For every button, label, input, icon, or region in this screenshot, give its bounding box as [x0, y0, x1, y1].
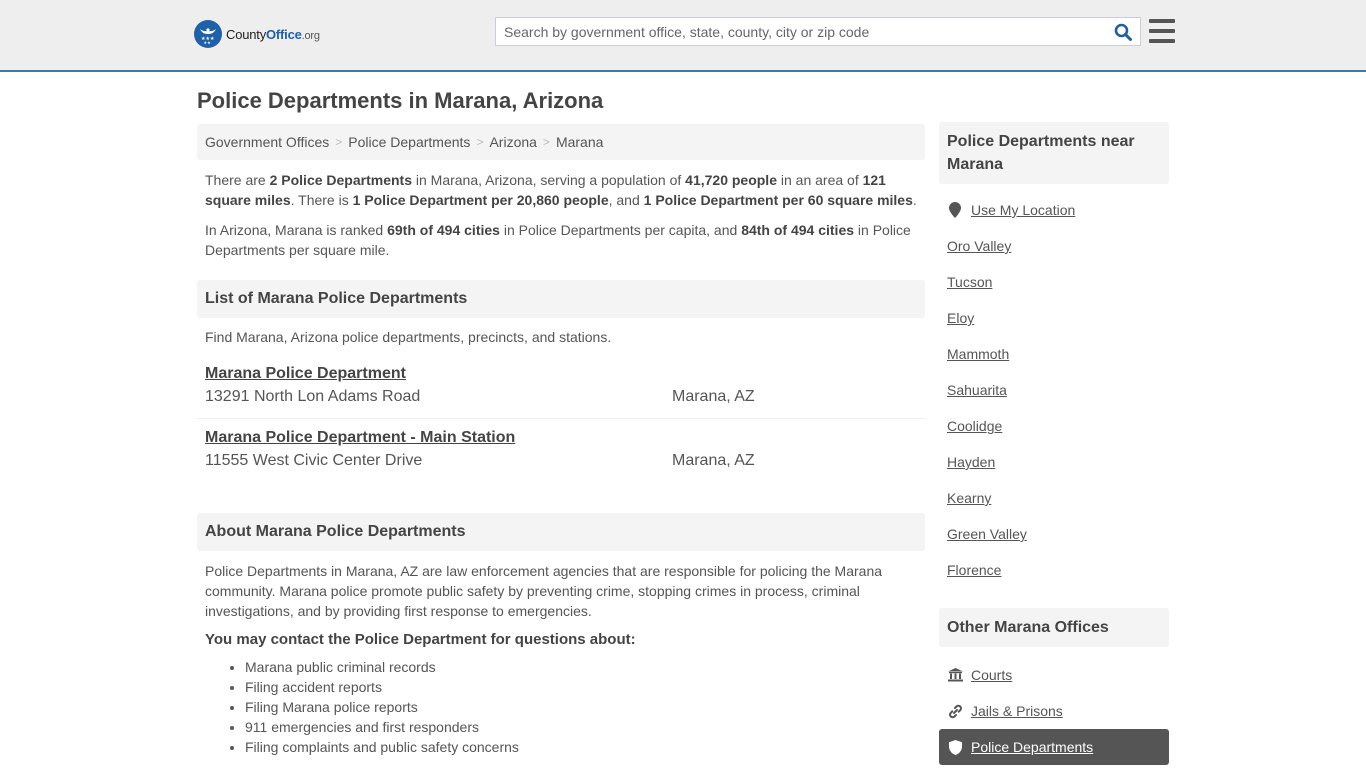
- site-logo[interactable]: ★★★ ★★ CountyOffice.org: [194, 20, 320, 48]
- nearby-city-link[interactable]: Florence: [947, 562, 1001, 578]
- contact-topic-item: Filing Marana police reports: [245, 697, 925, 717]
- listing-item: Marana Police Department - Main Station …: [197, 429, 925, 470]
- breadcrumb: Government Offices > Police Departments …: [197, 124, 925, 160]
- listing-name-link[interactable]: Marana Police Department: [205, 365, 406, 383]
- other-offices-list: Courts Jails & Prisons Police Department…: [939, 657, 1169, 765]
- summary-paragraph: There are 2 Police Departments in Marana…: [205, 172, 917, 208]
- shield-icon: [947, 739, 963, 755]
- breadcrumb-separator: >: [476, 135, 484, 149]
- other-offices-heading: Other Marana Offices: [939, 608, 1169, 647]
- nearby-city-item: Oro Valley: [939, 228, 1169, 264]
- nearby-city-link[interactable]: Hayden: [947, 454, 995, 470]
- nearby-list: Use My Location Oro Valley Tucson Eloy M…: [939, 192, 1169, 588]
- breadcrumb-government-offices[interactable]: Government Offices: [205, 134, 329, 150]
- sidebar: Police Departments near Marana Use My Lo…: [939, 122, 1169, 765]
- listing-address: 13291 North Lon Adams Road: [205, 388, 421, 405]
- contact-topics-list: Marana public criminal records Filing ac…: [197, 657, 925, 757]
- other-office-link[interactable]: Police Departments: [971, 739, 1093, 755]
- nearby-city-item: Eloy: [939, 300, 1169, 336]
- use-my-location-link[interactable]: Use My Location: [971, 202, 1075, 218]
- contact-topic-item: Filing accident reports: [245, 677, 925, 697]
- breadcrumb-police-departments[interactable]: Police Departments: [348, 134, 470, 150]
- about-section-heading: About Marana Police Departments: [197, 513, 925, 551]
- other-office-link[interactable]: Courts: [971, 667, 1012, 683]
- search-icon: [1114, 23, 1132, 41]
- logo-wordmark: CountyOffice.org: [226, 26, 320, 42]
- nearby-heading: Police Departments near Marana: [939, 122, 1169, 184]
- eagle-logo-icon: ★★★ ★★: [194, 20, 222, 48]
- listing-name-link[interactable]: Marana Police Department - Main Station: [205, 429, 515, 447]
- other-office-courts: Courts: [939, 657, 1169, 693]
- hamburger-menu-icon[interactable]: [1149, 19, 1175, 43]
- contact-topic-item: Marana public criminal records: [245, 657, 925, 677]
- breadcrumb-marana[interactable]: Marana: [556, 134, 603, 150]
- nearby-city-item: Mammoth: [939, 336, 1169, 372]
- nearby-city-item: Hayden: [939, 444, 1169, 480]
- listing-city: Marana, AZ: [672, 452, 755, 469]
- search-bar: [495, 17, 1141, 46]
- breadcrumb-separator: >: [335, 135, 343, 149]
- link-icon: [947, 703, 963, 719]
- svg-text:★★: ★★: [204, 40, 212, 45]
- breadcrumb-arizona[interactable]: Arizona: [489, 134, 536, 150]
- nearby-city-item: Coolidge: [939, 408, 1169, 444]
- nearby-city-link[interactable]: Mammoth: [947, 346, 1009, 362]
- listing-item: Marana Police Department 13291 North Lon…: [197, 365, 925, 419]
- contact-topic-item: Filing complaints and public safety conc…: [245, 737, 925, 757]
- nearby-city-item: Florence: [939, 552, 1169, 588]
- nearby-city-link[interactable]: Eloy: [947, 310, 974, 326]
- nearby-city-link[interactable]: Green Valley: [947, 526, 1027, 542]
- breadcrumb-separator: >: [542, 135, 550, 149]
- other-office-police-departments: Police Departments: [939, 729, 1169, 765]
- nearby-city-link[interactable]: Sahuarita: [947, 382, 1007, 398]
- other-office-link[interactable]: Jails & Prisons: [971, 703, 1063, 719]
- listing-address: 11555 West Civic Center Drive: [205, 452, 423, 469]
- use-my-location-item: Use My Location: [939, 192, 1169, 228]
- contact-heading: You may contact the Police Department fo…: [205, 631, 636, 648]
- nearby-city-item: Tucson: [939, 264, 1169, 300]
- nearby-city-item: Kearny: [939, 480, 1169, 516]
- main-content: Government Offices > Police Departments …: [197, 124, 925, 757]
- search-input[interactable]: [496, 18, 1106, 45]
- list-section-heading: List of Marana Police Departments: [197, 280, 925, 318]
- ranking-paragraph: In Arizona, Marana is ranked 69th of 494…: [205, 222, 911, 258]
- nearby-city-item: Green Valley: [939, 516, 1169, 552]
- listing-city: Marana, AZ: [672, 388, 755, 405]
- nearby-city-link[interactable]: Oro Valley: [947, 238, 1011, 254]
- nearby-city-link[interactable]: Kearny: [947, 490, 991, 506]
- contact-topic-item: 911 emergencies and first responders: [245, 717, 925, 737]
- about-paragraph: Police Departments in Marana, AZ are law…: [205, 563, 883, 619]
- other-office-jails: Jails & Prisons: [939, 693, 1169, 729]
- nearby-city-link[interactable]: Tucson: [947, 274, 992, 290]
- site-header: ★★★ ★★ CountyOffice.org: [0, 0, 1366, 72]
- nearby-city-item: Sahuarita: [939, 372, 1169, 408]
- list-section-description: Find Marana, Arizona police departments,…: [205, 329, 612, 345]
- nearby-city-link[interactable]: Coolidge: [947, 418, 1002, 434]
- map-marker-icon: [947, 202, 963, 218]
- courthouse-icon: [947, 667, 963, 683]
- page-title: Police Departments in Marana, Arizona: [197, 88, 604, 113]
- search-button[interactable]: [1106, 18, 1140, 45]
